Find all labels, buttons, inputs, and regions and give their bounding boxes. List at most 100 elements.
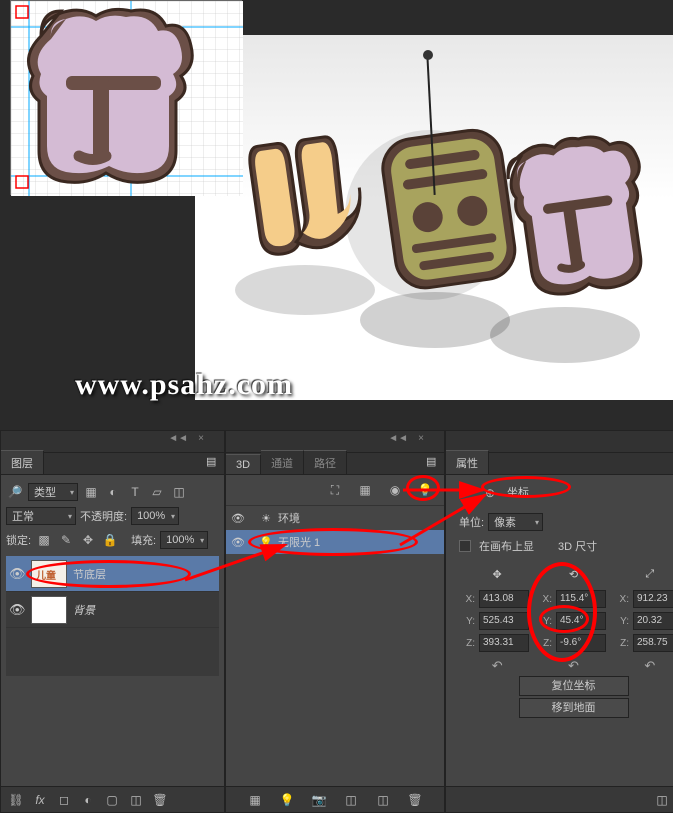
blend-mode-dropdown[interactable]: 正常 [6,507,76,525]
light-props-icon[interactable]: ☀ [455,484,473,502]
panel-menu-icon[interactable]: ▤ [426,455,440,469]
fill-input[interactable]: 100% [160,531,208,549]
bulb-icon: 💡 [258,536,274,549]
fx-icon[interactable]: fx [31,791,49,809]
light-handle[interactable] [423,50,433,60]
reset-pos-icon[interactable]: ↶ [492,658,503,674]
filter-type-text-icon[interactable]: T [126,483,144,501]
canvas-label: 在画布上显 [479,538,534,554]
unit-dropdown[interactable]: 像素 [488,513,543,531]
tab-layers[interactable]: 图层 [1,450,44,474]
visibility-icon[interactable]: 👁 [230,512,246,525]
adjustment-icon[interactable]: ◐ [79,791,97,809]
visibility-icon[interactable]: 👁 [230,536,246,549]
tab-properties[interactable]: 属性 [446,450,489,474]
visibility-icon[interactable]: 👁 [9,602,25,618]
item-name: 环境 [278,510,300,526]
navigator-thumbnail[interactable] [10,0,242,195]
fill-label: 填充: [131,532,156,548]
layer-item-active[interactable]: 👁 儿童 节底层 [6,556,219,592]
props-footer: ◫ 🗑 [446,786,673,812]
rx-label: X: [536,594,554,605]
opacity-input[interactable]: 100% [131,507,179,525]
rot-x-input[interactable]: 115.4° [556,590,606,608]
pos-y-input[interactable]: 525.43 [479,612,529,630]
reset-rot-icon[interactable]: ↶ [568,658,579,674]
3d-tabs: 3D 通道 路径 ▤ [226,453,444,475]
visibility-icon[interactable]: 👁 [9,566,25,582]
tab-paths[interactable]: 路径 [304,450,347,474]
filter-adjust-icon[interactable]: ◐ [104,483,122,501]
delete-icon[interactable]: 🗑 [151,791,169,809]
lock-move-icon[interactable]: ✥ [79,531,97,549]
coord-tab-label[interactable]: 坐标 [507,484,529,502]
link-icon[interactable]: ⛓ [7,791,25,809]
scene-icon[interactable]: ▦ [246,791,264,809]
3d-viewport[interactable] [195,35,673,400]
layer-name[interactable]: 节底层 [73,566,106,582]
unit-label: 单位: [459,514,484,530]
scale-x-input[interactable]: 912.23 [633,590,673,608]
filter-mesh-icon[interactable]: ▦ [356,481,374,499]
filter-pixel-icon[interactable]: ▦ [82,483,100,501]
properties-panel: × 属性 ▤ ☀ ⊕ 坐标 单位: 像素 在画布上显 3D [445,430,673,813]
scale-z-input[interactable]: 258.75 [633,634,673,652]
filter-type-dropdown[interactable]: 类型 [28,483,78,501]
rot-y-input[interactable]: 45.4° [556,612,606,630]
group-icon[interactable]: ▢ [103,791,121,809]
tab-channels[interactable]: 通道 [261,450,304,474]
opacity-label: 不透明度: [80,508,127,524]
filter-material-icon[interactable]: ◉ [386,481,404,499]
layer-item-bg[interactable]: 👁 背景 [6,592,219,628]
scale-y-input[interactable]: 20.32 [633,612,673,630]
lock-transparent-icon[interactable]: ▩ [35,531,53,549]
watermark-text: www.psahz.com [75,368,293,402]
layer-name[interactable]: 背景 [73,602,95,618]
light-new-icon[interactable]: 💡 [278,791,296,809]
3d-item-environment[interactable]: 👁 ☀ 环境 [226,506,444,530]
sy-label: Y: [613,616,631,627]
sz-label: Z: [613,638,631,649]
coord-inputs: X: 413.08 X: 115.4° X: 912.23 Y: 525.43 … [459,590,673,652]
mask-icon[interactable]: ◻ [55,791,73,809]
pos-z-input[interactable]: 393.31 [479,634,529,652]
delete-3d-icon[interactable]: 🗑 [406,791,424,809]
move-tool-icon[interactable]: ✥ [485,564,509,584]
layers-tabs: 图层 ▤ [1,453,224,475]
new-layer-icon[interactable]: ◫ [127,791,145,809]
collapse-icon[interactable]: ◄◄ [388,433,408,444]
3d-panel-body: ⛶ ▦ ◉ 💡 👁 ☀ 环境 👁 💡 无限光 1 [226,475,444,786]
filter-scene-icon[interactable]: ⛶ [326,481,344,499]
reset-scale-icon[interactable]: ↶ [644,658,655,674]
camera-icon[interactable]: 📷 [310,791,328,809]
lock-all-icon[interactable]: 🔒 [101,531,119,549]
layers-footer: ⛓ fx ◻ ◐ ▢ ◫ 🗑 [1,786,224,812]
collapse-icon[interactable]: ◄◄ [168,433,188,444]
filter-shape-icon[interactable]: ▱ [148,483,166,501]
render-icon[interactable]: ◫ [653,791,671,809]
sun-icon: ☀ [258,512,274,525]
rot-z-input[interactable]: -9.6° [556,634,606,652]
filter-light-icon[interactable]: 💡 [416,481,434,499]
size-label: 3D 尺寸 [558,538,597,554]
scale-tool-icon[interactable]: ⤢ [638,564,662,584]
layer-thumbnail[interactable] [31,596,67,624]
coord-icon[interactable]: ⊕ [481,484,499,502]
pos-x-input[interactable]: 413.08 [479,590,529,608]
close-icon[interactable]: × [418,433,424,444]
rotate-tool-icon[interactable]: ⟲ [561,564,585,584]
tab-3d[interactable]: 3D [226,454,261,474]
reset-coords-button[interactable]: 复位坐标 [519,676,629,696]
render-icon[interactable]: ◫ [342,791,360,809]
filter-smart-icon[interactable]: ◫ [170,483,188,501]
move-to-ground-button[interactable]: 移到地面 [519,698,629,718]
3d-item-infinite-light[interactable]: 👁 💡 无限光 1 [226,530,444,554]
3d-footer: ▦ 💡 📷 ◫ ◫ 🗑 [226,786,444,812]
filter-icon[interactable]: 🔎 [6,483,24,501]
canvas-checkbox[interactable] [459,540,471,552]
layer-thumbnail[interactable]: 儿童 [31,560,67,588]
new-3d-icon[interactable]: ◫ [374,791,392,809]
lock-brush-icon[interactable]: ✎ [57,531,75,549]
close-icon[interactable]: × [198,433,204,444]
panel-menu-icon[interactable]: ▤ [206,455,220,469]
